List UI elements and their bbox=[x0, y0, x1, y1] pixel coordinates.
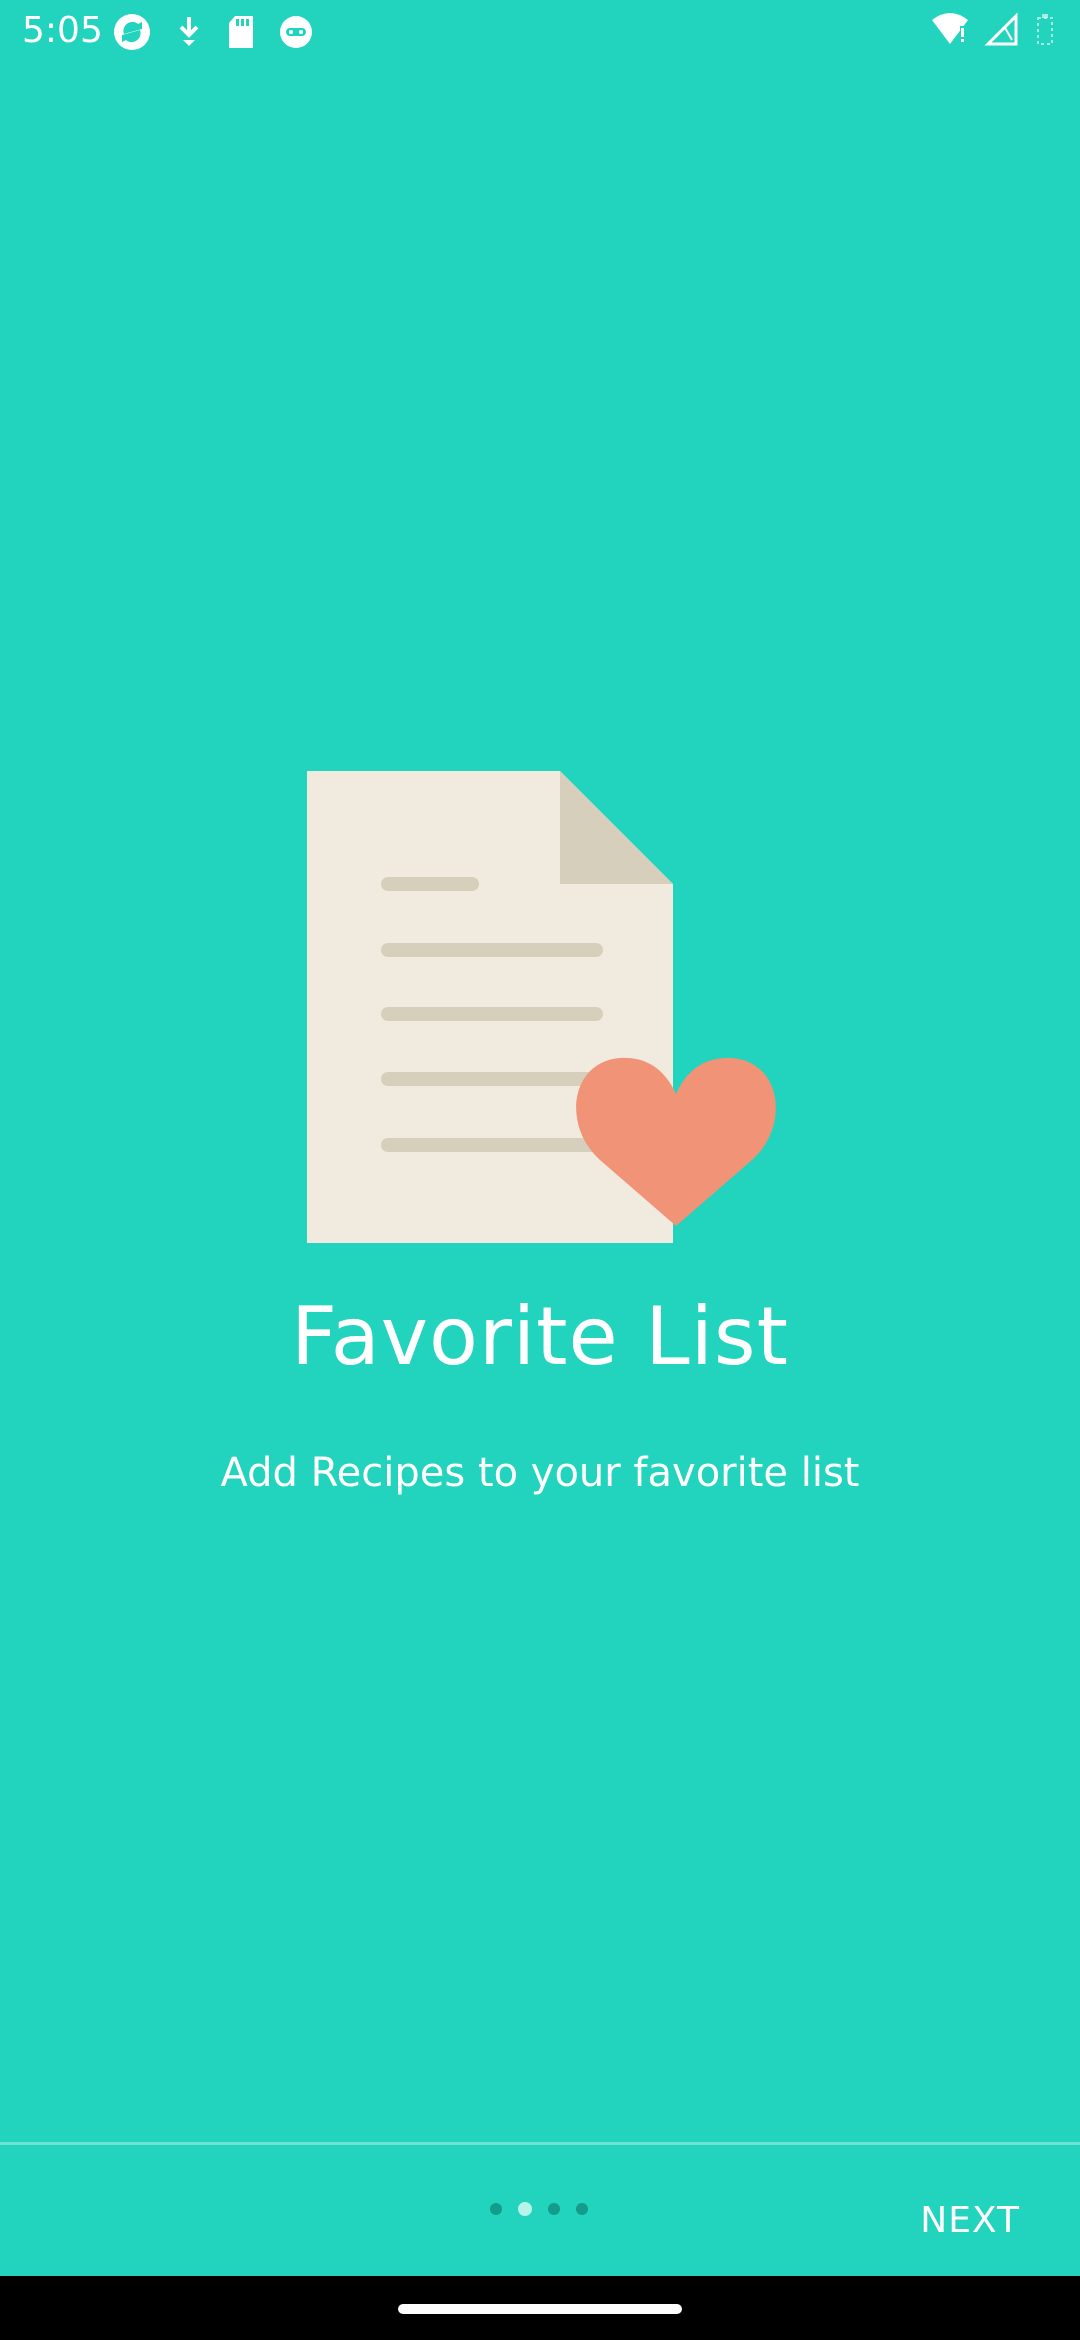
next-button[interactable]: NEXT bbox=[910, 2190, 1030, 2251]
bottom-divider bbox=[0, 2142, 1080, 2145]
status-bar: 5:05 bbox=[0, 0, 1080, 64]
navigation-bar bbox=[0, 2276, 1080, 2340]
robot-face-icon bbox=[278, 14, 314, 50]
page-dot-1 bbox=[490, 2203, 502, 2215]
notification-icons bbox=[112, 12, 314, 52]
home-indicator[interactable] bbox=[398, 2304, 682, 2314]
sd-card-icon bbox=[226, 14, 256, 50]
document-corner-fold bbox=[560, 771, 673, 884]
sync-app-icon bbox=[112, 12, 152, 52]
status-time: 5:05 bbox=[22, 10, 103, 51]
battery-icon bbox=[1034, 12, 1056, 53]
onboarding-screen: 5:05 Favorite List Add Recipes to your f… bbox=[0, 0, 1080, 2340]
system-status-icons bbox=[930, 12, 1056, 53]
wifi-icon bbox=[930, 12, 970, 53]
page-title: Favorite List bbox=[291, 1290, 789, 1383]
page-dot-2-active bbox=[518, 2202, 532, 2216]
page-indicator bbox=[490, 2202, 588, 2216]
cellular-signal-icon bbox=[984, 12, 1020, 53]
page-dot-3 bbox=[548, 2203, 560, 2215]
download-icon bbox=[174, 14, 204, 50]
page-subtitle: Add Recipes to your favorite list bbox=[220, 1450, 860, 1496]
page-dot-4 bbox=[576, 2203, 588, 2215]
document-heart-icon bbox=[300, 766, 780, 1246]
